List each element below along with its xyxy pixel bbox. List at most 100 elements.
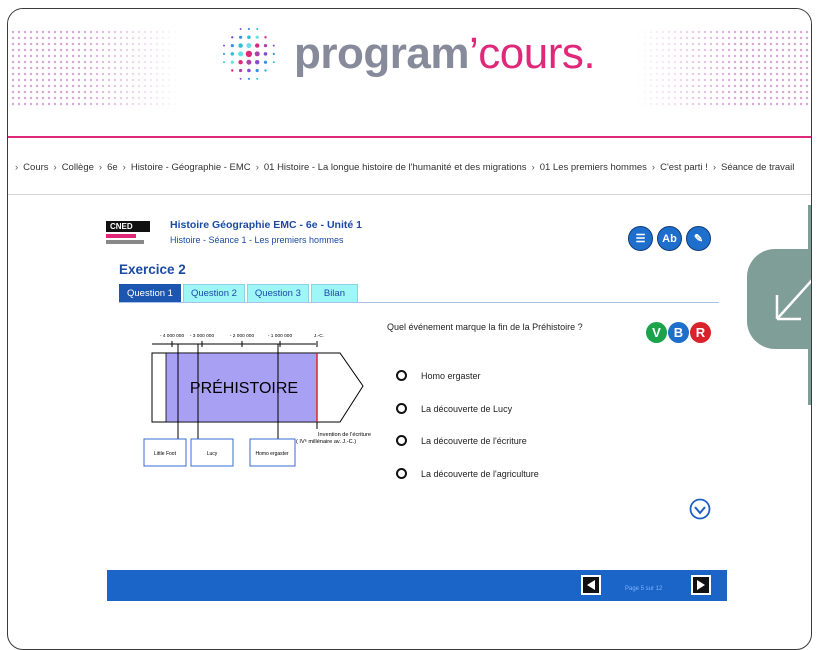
header-divider xyxy=(8,136,811,138)
logo-dot xyxy=(223,61,225,64)
logo-dot xyxy=(246,59,252,65)
answer-option[interactable]: La découverte de l'écriture xyxy=(396,435,527,446)
answer-label: La découverte de l'écriture xyxy=(421,435,527,446)
breadcrumb-item[interactable]: Histoire - Géographie - EMC xyxy=(131,162,251,173)
logo-dot xyxy=(255,35,259,39)
logo-dots-icon xyxy=(222,27,275,80)
answer-label: La découverte de Lucy xyxy=(421,403,513,414)
invention-label: Invention de l'écriture xyxy=(318,432,371,438)
logo-dot xyxy=(222,52,226,55)
logo-dot xyxy=(230,52,235,56)
radio-button[interactable] xyxy=(396,468,407,479)
logo-dot xyxy=(272,61,275,64)
answer-option[interactable]: La découverte de Lucy xyxy=(396,403,512,414)
logo-dot xyxy=(264,69,267,72)
breadcrumb-item[interactable]: Collège xyxy=(62,162,94,173)
logo-dot xyxy=(230,60,234,64)
period-label: PRÉHISTOIRE xyxy=(190,378,298,397)
dictionary-icon[interactable]: Ab xyxy=(657,226,682,251)
logo-dot xyxy=(272,44,275,47)
logo-dot xyxy=(231,36,234,39)
exercise-title: Exercice 2 xyxy=(119,262,186,277)
logo-dot xyxy=(256,77,259,80)
event-label: Little Foot xyxy=(154,451,177,457)
logo-dot xyxy=(256,28,259,30)
logo-dot xyxy=(247,77,250,80)
tab-bilan[interactable]: Bilan xyxy=(310,284,358,302)
logo-dot xyxy=(263,52,268,56)
logo-dot xyxy=(246,43,252,49)
breadcrumb-item[interactable]: 01 Histoire - La longue histoire de l'hu… xyxy=(264,162,527,173)
decorative-dots-right xyxy=(636,29,811,109)
logo-dot xyxy=(238,59,243,65)
logo-dot xyxy=(263,43,268,48)
browser-frame: program’cours. › Cours › Collège › 6e › Histoir… xyxy=(7,8,812,650)
radio-button[interactable] xyxy=(396,370,407,381)
answer-option[interactable]: La découverte de l'agriculture xyxy=(396,468,539,479)
r-button[interactable]: R xyxy=(690,322,711,343)
logo-dot xyxy=(223,44,225,47)
page-indicator: Page 5 sur 12 xyxy=(625,586,663,592)
breadcrumb-item[interactable]: Cours xyxy=(23,162,48,173)
logo-dot xyxy=(245,50,253,58)
tick-label: - 2 000 000 xyxy=(230,333,255,339)
breadcrumb-item[interactable]: 01 Les premiers hommes xyxy=(540,162,647,173)
logo-dot xyxy=(239,77,242,80)
site-header: program’cours. xyxy=(8,9,811,136)
logo-dot xyxy=(263,60,268,64)
breadcrumb: › Cours › Collège › 6e › Histoire - Géographie … xyxy=(15,162,795,173)
radio-button[interactable] xyxy=(396,435,407,446)
radio-button[interactable] xyxy=(396,403,407,414)
question-text: Quel événement marque la fin de la Préhi… xyxy=(387,322,583,332)
tick-label: - 4 000 000 xyxy=(160,333,185,339)
logo-dot xyxy=(255,68,259,73)
logo-dot xyxy=(230,43,234,48)
decorative-dots-left xyxy=(10,29,180,109)
logo-dot xyxy=(254,51,260,57)
breadcrumb-item[interactable]: C'est parti ! xyxy=(660,162,708,173)
tick-label: - 3 000 000 xyxy=(190,333,215,339)
b-button[interactable]: B xyxy=(668,322,689,343)
previous-page-button[interactable] xyxy=(581,575,601,595)
arrow-right-icon xyxy=(697,580,705,590)
event-label: Lucy xyxy=(207,451,218,457)
validate-check-icon[interactable] xyxy=(689,498,711,520)
logo-dot xyxy=(247,68,251,73)
logo-dot xyxy=(254,43,260,48)
course-subtitle: Histoire - Séance 1 - Les premiers homme… xyxy=(170,235,344,245)
notes-icon[interactable]: ✎ xyxy=(686,226,711,251)
tick-label: - 1 000 000 xyxy=(268,333,293,339)
tab-question-1[interactable]: Question 1 xyxy=(119,284,181,302)
list-icon[interactable]: ☰ xyxy=(628,226,653,251)
cned-logo: CNED xyxy=(106,221,152,247)
logo-dot xyxy=(238,68,243,73)
logo-dot xyxy=(238,43,243,48)
answer-option[interactable]: Homo ergaster xyxy=(396,370,481,381)
logo-dot xyxy=(247,35,251,40)
breadcrumb-item[interactable]: 6e xyxy=(107,162,118,173)
logo-dot xyxy=(239,28,242,30)
logo-dot xyxy=(238,51,244,57)
prehistory-timeline-figure: - 4 000 000 - 3 000 000 - 2 000 000 - 1 … xyxy=(143,333,371,467)
breadcrumb-divider xyxy=(8,194,811,195)
side-widget[interactable] xyxy=(747,249,811,349)
logo-dot xyxy=(247,27,250,31)
answer-label: Homo ergaster xyxy=(421,370,481,381)
arrow-down-left-icon xyxy=(775,279,811,321)
tab-question-3[interactable]: Question 3 xyxy=(246,284,309,302)
course-title: Histoire Géographie EMC - 6e - Unité 1 xyxy=(170,219,362,231)
next-page-button[interactable] xyxy=(691,575,711,595)
tick-label: J.-C. xyxy=(314,333,324,339)
question-tabs: Question 1 Question 2 Question 3 Bilan xyxy=(119,284,360,302)
v-button[interactable]: V xyxy=(646,322,667,343)
logo-dot xyxy=(231,69,234,72)
breadcrumb-item-current: Séance de travail xyxy=(721,162,795,173)
tabs-divider xyxy=(119,302,719,303)
event-label: Homo ergaster xyxy=(255,451,288,457)
site-logo[interactable]: program’cours. xyxy=(218,24,596,84)
logo-text: program’cours. xyxy=(294,29,596,78)
logo-dot xyxy=(238,35,243,39)
logo-dot xyxy=(254,59,260,65)
tab-question-2[interactable]: Question 2 xyxy=(182,284,245,302)
logo-dot xyxy=(272,52,275,55)
